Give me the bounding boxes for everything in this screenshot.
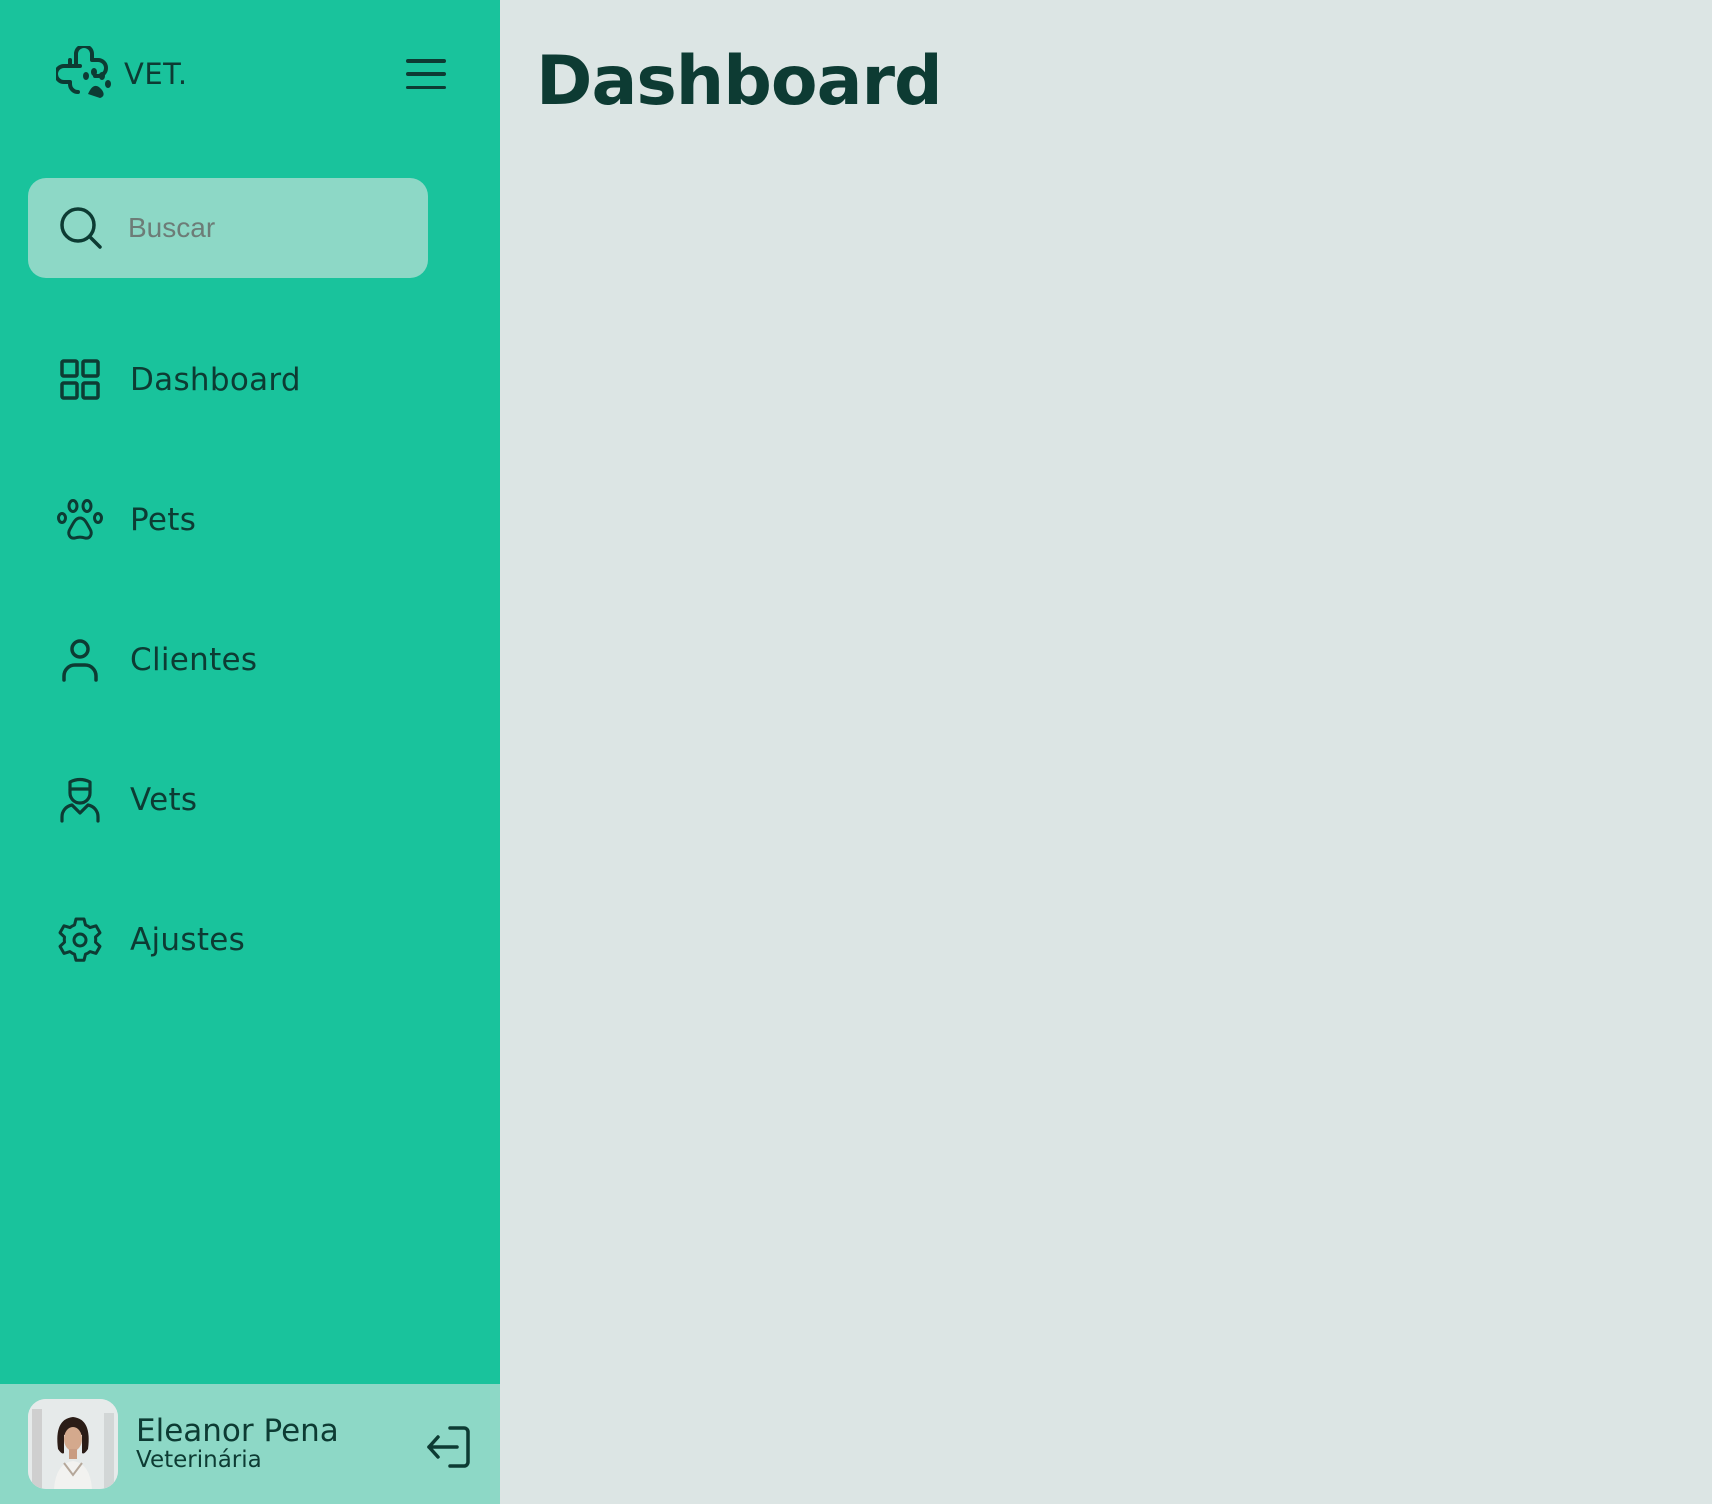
- sidebar-item-vets[interactable]: Vets: [0, 730, 500, 870]
- user-profile: Eleanor Pena Veterinária: [0, 1384, 500, 1504]
- user-icon: [62, 639, 98, 682]
- logout-icon: [427, 1426, 470, 1468]
- vet-icon: [60, 777, 100, 823]
- avatar-photo: [28, 1399, 118, 1489]
- menu-line: [406, 59, 446, 63]
- grid-icon: [60, 359, 100, 400]
- menu-line: [406, 85, 446, 89]
- logout-button[interactable]: [424, 1424, 472, 1470]
- app-root: VET. Dashboard: [0, 0, 1712, 1504]
- profile-text: Eleanor Pena Veterinária: [136, 1415, 339, 1473]
- profile-name: Eleanor Pena: [136, 1413, 339, 1450]
- profile-role: Veterinária: [136, 1446, 262, 1473]
- brand-name: VET.: [124, 57, 188, 91]
- sidebar-item-label: Vets: [130, 782, 198, 818]
- sidebar-item-label: Pets: [130, 502, 197, 538]
- search-box[interactable]: [28, 178, 428, 278]
- sidebar-item-clientes[interactable]: Clientes: [0, 590, 500, 730]
- sidebar-item-label: Clientes: [130, 642, 258, 678]
- page-title: Dashboard: [536, 42, 943, 121]
- sidebar-item-ajustes[interactable]: Ajustes: [0, 870, 500, 1010]
- main-content: Dashboard: [500, 0, 1712, 1504]
- search-input[interactable]: [128, 212, 388, 244]
- sidebar-item-pets[interactable]: Pets: [0, 450, 500, 590]
- sidebar-nav: Dashboard Pets Clientes Vets Ajustes: [0, 310, 500, 1010]
- search-icon: [60, 207, 102, 249]
- sidebar: VET. Dashboard: [0, 0, 500, 1504]
- sidebar-item-label: Dashboard: [130, 362, 301, 398]
- brand[interactable]: VET.: [56, 46, 188, 102]
- sidebar-item-label: Ajustes: [130, 922, 246, 958]
- menu-line: [406, 72, 446, 76]
- gear-icon: [58, 917, 102, 962]
- paw-icon: [57, 499, 103, 540]
- hamburger-menu-icon[interactable]: [404, 56, 448, 92]
- paw-clover-logo-icon: [56, 46, 111, 98]
- avatar[interactable]: [28, 1399, 118, 1489]
- sidebar-item-dashboard[interactable]: Dashboard: [0, 310, 500, 450]
